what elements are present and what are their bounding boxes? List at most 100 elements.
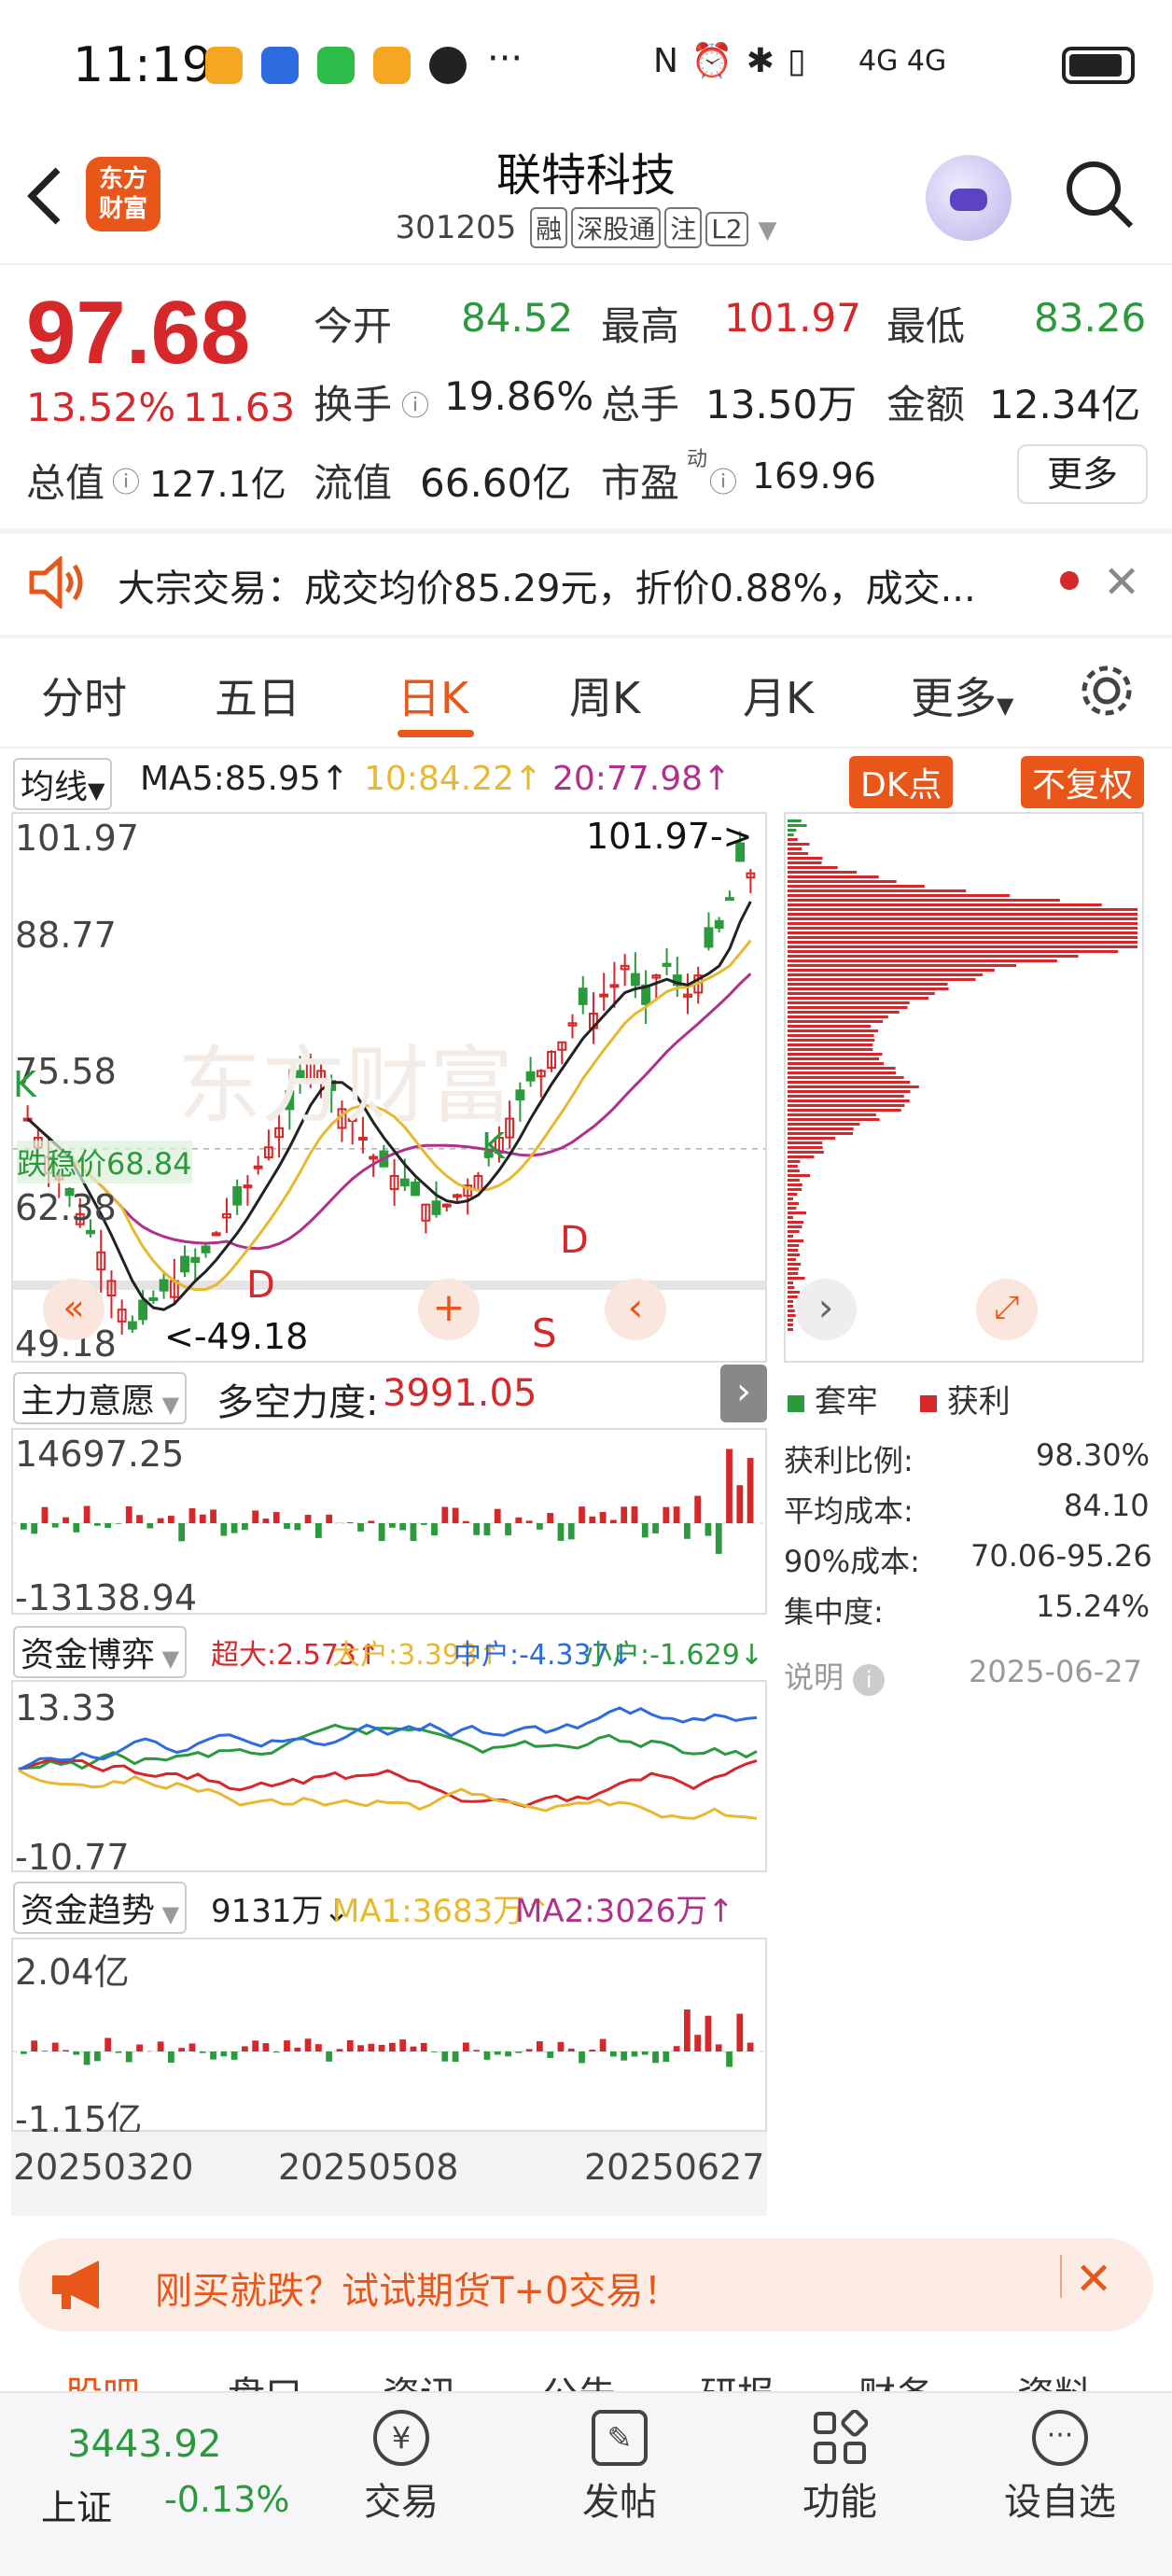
chip-bar bbox=[788, 871, 858, 874]
cost90-label: 90%成本: bbox=[784, 1544, 920, 1579]
flow-bar bbox=[399, 1523, 407, 1531]
search-button[interactable] bbox=[1064, 159, 1135, 230]
index-change[interactable]: -0.13% bbox=[164, 2479, 289, 2520]
indicator-selector-1[interactable]: 主力意愿 ▼ bbox=[13, 1372, 188, 1424]
candle-body bbox=[704, 927, 714, 948]
flow-bar bbox=[399, 2039, 407, 2051]
search-icon bbox=[1067, 161, 1134, 229]
chip-bar bbox=[788, 1216, 793, 1219]
nav-add-watchlist[interactable]: ··· 设自选 bbox=[967, 2393, 1153, 2576]
tab-more[interactable]: 更多▼ bbox=[911, 665, 1013, 726]
amount-value: 12.34亿 bbox=[989, 382, 1141, 427]
pe-label: 市盈 bbox=[601, 460, 680, 506]
chip-bar bbox=[788, 1249, 799, 1252]
flow-bar bbox=[652, 1523, 659, 1533]
nav-function[interactable]: 功能 bbox=[746, 2393, 933, 2576]
chip-distribution-chart bbox=[784, 812, 1144, 1363]
assistant-robot-icon[interactable] bbox=[926, 155, 1012, 241]
chip-bar bbox=[788, 1020, 884, 1023]
expand-indicator-button[interactable]: › bbox=[720, 1365, 767, 1422]
chip-bar bbox=[788, 1174, 811, 1177]
chip-bar bbox=[788, 899, 1060, 902]
explain-link[interactable]: 说明 i bbox=[784, 1654, 886, 1697]
tab-announce[interactable]: 公告 bbox=[541, 2365, 616, 2393]
close-notice-button[interactable]: ✕ bbox=[1103, 556, 1140, 609]
tab-daily-k[interactable]: 日K bbox=[398, 665, 468, 726]
flow-bar bbox=[452, 1507, 459, 1523]
indicator-selector-2[interactable]: 资金博弈 ▼ bbox=[13, 1626, 188, 1678]
chip-bar bbox=[788, 852, 809, 855]
chip-bar bbox=[788, 917, 1137, 920]
indicator-selector-3[interactable]: 资金趋势 ▼ bbox=[13, 1882, 188, 1934]
date-label: 20250508 bbox=[278, 2147, 459, 2188]
low-value: 83.26 bbox=[1034, 295, 1147, 341]
flow-bar bbox=[505, 1523, 511, 1536]
change-percent: 13.52% bbox=[26, 385, 176, 430]
info-icon[interactable]: ⓘ bbox=[112, 459, 140, 500]
more-quote-button[interactable]: 更多 bbox=[1017, 444, 1148, 504]
tab-guba[interactable]: 股吧 bbox=[65, 2365, 140, 2393]
flow-bar bbox=[494, 2051, 501, 2055]
flow-bar bbox=[694, 2035, 702, 2051]
flow-bar bbox=[346, 2039, 354, 2051]
adjust-mode-button[interactable]: 不复权 bbox=[1021, 756, 1145, 808]
tab-intraday[interactable]: 分时 bbox=[41, 665, 127, 726]
tag-margin: 融 bbox=[530, 207, 568, 248]
pe-value: 169.96 bbox=[752, 455, 876, 497]
ma-selector[interactable]: 均线▼ bbox=[13, 758, 113, 810]
tab-five-day[interactable]: 五日 bbox=[215, 665, 300, 726]
candle-body bbox=[138, 1299, 148, 1321]
candle-body bbox=[599, 993, 609, 998]
tag-connect: 深股通 bbox=[571, 207, 662, 248]
flow-bar bbox=[736, 2013, 744, 2051]
flow-bar bbox=[389, 2042, 396, 2051]
gear-icon bbox=[1081, 665, 1132, 716]
chip-bar bbox=[788, 1244, 800, 1247]
scroll-left-button[interactable]: ‹ bbox=[605, 1279, 666, 1340]
scroll-left-fast-button[interactable]: « bbox=[43, 1279, 105, 1340]
candle-body bbox=[201, 1245, 211, 1253]
edit-icon: ✎ bbox=[592, 2410, 648, 2466]
tab-finance[interactable]: 财务 bbox=[858, 2365, 933, 2393]
chip-bar bbox=[788, 1235, 793, 1238]
index-name[interactable]: 上证 bbox=[41, 2479, 112, 2530]
chip-next-button[interactable]: › bbox=[795, 1279, 857, 1340]
wechat-icon bbox=[317, 47, 355, 84]
info-icon[interactable]: ⓘ bbox=[709, 459, 737, 500]
nav-add-watchlist-label: 设自选 bbox=[1004, 2481, 1116, 2524]
flow-bar bbox=[378, 2044, 385, 2051]
tab-weekly-k[interactable]: 周K bbox=[569, 665, 640, 726]
tab-news[interactable]: 资讯 bbox=[383, 2365, 457, 2393]
dk-point-button[interactable]: DK点 bbox=[849, 756, 954, 808]
index-value[interactable]: 3443.92 bbox=[67, 2423, 221, 2466]
candle-body bbox=[180, 1255, 189, 1273]
open-value: 84.52 bbox=[461, 295, 574, 341]
flow-bar bbox=[673, 1506, 680, 1523]
flow-bar bbox=[304, 1515, 312, 1523]
info-icon[interactable]: ⓘ bbox=[401, 383, 429, 424]
tab-monthly-k[interactable]: 月K bbox=[743, 665, 814, 726]
settings-button[interactable] bbox=[1079, 663, 1135, 722]
candle-body bbox=[369, 1155, 379, 1160]
tab-profile[interactable]: 资料 bbox=[1017, 2365, 1092, 2393]
zoom-in-button[interactable]: + bbox=[418, 1279, 480, 1340]
block-trade-notice[interactable]: 大宗交易：成交均价85.29元，折价0.88%，成交... bbox=[118, 558, 1032, 612]
chip-bar bbox=[788, 838, 798, 841]
expand-icon[interactable]: ⤢ bbox=[976, 1279, 1038, 1340]
close-promo-button[interactable]: ✕ bbox=[1075, 2253, 1112, 2305]
avg-cost-value: 84.10 bbox=[1064, 1488, 1150, 1523]
chip-bar bbox=[788, 1057, 880, 1060]
nav-post[interactable]: ✎ 发帖 bbox=[526, 2393, 713, 2576]
chip-bar bbox=[788, 1211, 806, 1214]
chip-bar bbox=[788, 903, 1102, 906]
chip-bar bbox=[788, 959, 1057, 962]
stop-fall-price-label: 跌稳价68.84 bbox=[17, 1141, 192, 1183]
chip-bar bbox=[788, 1048, 873, 1051]
tab-pankou[interactable]: 盘口 bbox=[228, 2365, 302, 2393]
nav-trade[interactable]: ¥ 交易 bbox=[308, 2393, 495, 2576]
flow-bar bbox=[272, 2051, 280, 2053]
flow-bar bbox=[199, 2051, 206, 2053]
chip-bar bbox=[788, 1146, 823, 1149]
flow-bar bbox=[252, 1510, 259, 1523]
tab-research[interactable]: 研报 bbox=[700, 2365, 774, 2393]
